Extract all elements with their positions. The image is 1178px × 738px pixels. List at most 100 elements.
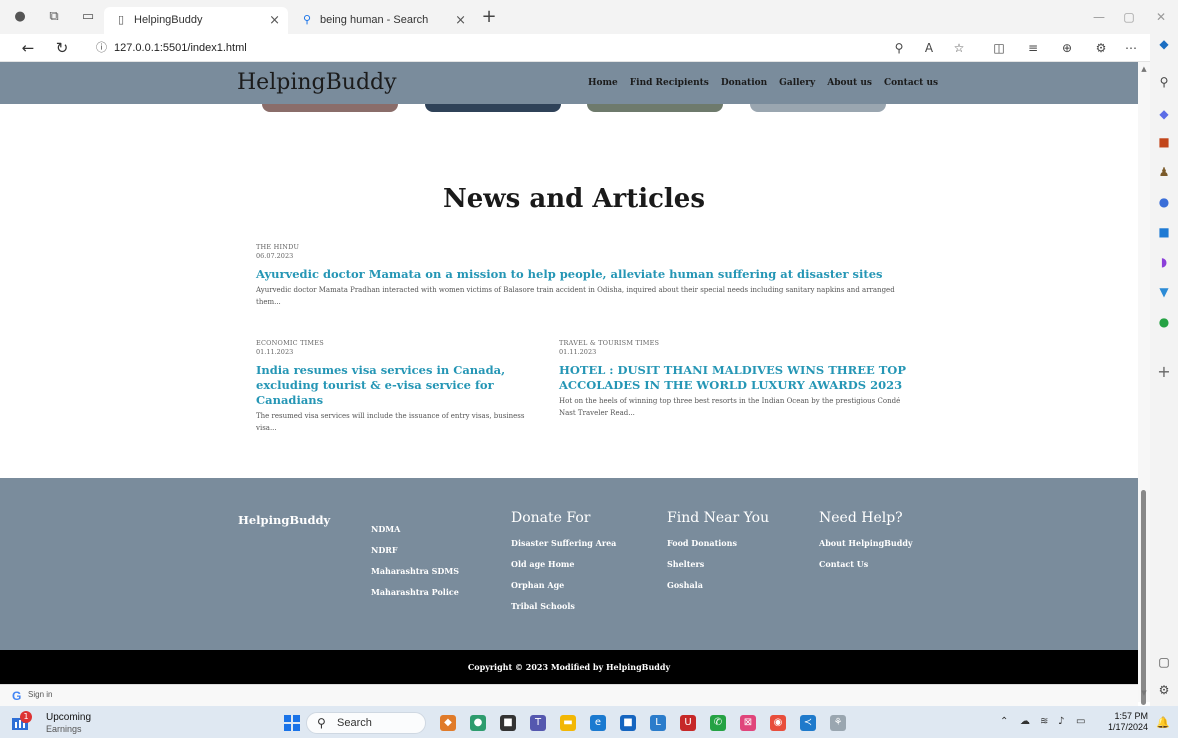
nav-gallery[interactable]: Gallery	[779, 78, 815, 88]
read-aloud-icon[interactable]: A	[920, 39, 938, 57]
close-window-button[interactable]: ✕	[1146, 7, 1176, 27]
nav-find-recipients[interactable]: Find Recipients	[630, 78, 709, 88]
favorite-star-icon[interactable]: ☆	[950, 39, 968, 57]
shopping-icon[interactable]: ◆	[1156, 106, 1172, 122]
widgets-app-icon[interactable]: ◆	[440, 715, 456, 731]
footer-link[interactable]: Contact Us	[819, 559, 913, 569]
url-text: 127.0.0.1:5501/index1.html	[114, 42, 247, 54]
footer-donate-column: Donate For Disaster Suffering Area Old a…	[511, 510, 616, 622]
footer-link[interactable]: Tribal Schools	[511, 601, 616, 611]
chrome-icon[interactable]: ◉	[770, 715, 786, 731]
taskbar: 1 Upcoming Earnings ⚲ Search ◆ ● ■ T ▬ e…	[0, 706, 1178, 738]
chevron-up-icon[interactable]: ⌃	[1000, 716, 1008, 727]
footer-link-ndma[interactable]: NDMA	[371, 524, 459, 534]
footer-link-maharashtra-sdms[interactable]: Maharashtra SDMS	[371, 566, 459, 576]
new-tab-button[interactable]: +	[478, 7, 500, 29]
zoom-icon[interactable]: ⚲	[890, 39, 908, 57]
clock[interactable]: 1:57 PM 1/17/2024	[1104, 711, 1148, 733]
footer-link[interactable]: Food Donations	[667, 538, 769, 548]
whatsapp-icon[interactable]: ✆	[710, 715, 726, 731]
games-icon[interactable]: ♟	[1156, 164, 1172, 180]
nav-contact-us[interactable]: Contact us	[884, 78, 938, 88]
tools-icon[interactable]: ■	[1156, 134, 1172, 150]
battery-icon[interactable]: ▭	[1076, 716, 1085, 727]
gallery-image[interactable]	[262, 104, 398, 112]
refresh-button[interactable]: ↻	[52, 38, 72, 58]
nav-home[interactable]: Home	[588, 78, 618, 88]
address-bar[interactable]: ⓘ 127.0.0.1:5501/index1.html	[96, 38, 946, 58]
nav-donation[interactable]: Donation	[721, 78, 767, 88]
vscode-icon[interactable]: ≺	[800, 715, 816, 731]
profile-icon[interactable]: ●	[12, 9, 28, 25]
desktop-app-icon[interactable]: ■	[500, 715, 516, 731]
linkedin-icon[interactable]: L	[650, 715, 666, 731]
footer-link[interactable]: Disaster Suffering Area	[511, 538, 616, 548]
designer-icon[interactable]: ◗	[1156, 254, 1172, 270]
gallery-image[interactable]	[425, 104, 561, 112]
favorites-icon[interactable]: ≡	[1024, 39, 1042, 57]
app-icon[interactable]: ⊠	[740, 715, 756, 731]
footer-link[interactable]: About HelpingBuddy	[819, 538, 913, 548]
scroll-up-icon[interactable]: ▲	[1139, 64, 1149, 74]
volume-icon[interactable]: ♪	[1058, 716, 1064, 727]
start-button[interactable]	[284, 715, 300, 731]
whatsapp-icon[interactable]: ●	[1156, 314, 1172, 330]
store-icon[interactable]: ■	[620, 715, 636, 731]
article-headline[interactable]: HOTEL : DUSIT THANI MALDIVES WINS THREE …	[559, 363, 909, 393]
tab-search[interactable]: ⚲ being human - Search ×	[290, 7, 474, 34]
article-card[interactable]: THE HINDU 06.07.2023 Ayurvedic doctor Ma…	[256, 243, 916, 308]
folder-icon[interactable]: ▬	[560, 715, 576, 731]
mcafee-icon[interactable]: U	[680, 715, 696, 731]
back-button[interactable]: ←	[18, 38, 38, 58]
teams-icon[interactable]: T	[530, 715, 546, 731]
close-icon[interactable]: ×	[269, 7, 280, 34]
copilot-icon[interactable]: ◆	[1156, 36, 1172, 52]
article-card[interactable]: TRAVEL & TOURISM TIMES 01.11.2023 HOTEL …	[559, 339, 909, 419]
signin-link[interactable]: Sign in	[28, 690, 52, 699]
site-logo[interactable]: HelpingBuddy	[237, 70, 397, 95]
search-icon[interactable]: ⚲	[1156, 74, 1172, 90]
nav-about-us[interactable]: About us	[827, 78, 872, 88]
sidebar-toggle-icon[interactable]: ▢	[1156, 654, 1172, 670]
workspaces-icon[interactable]: ⧉	[46, 9, 62, 25]
extensions-icon[interactable]: ⚙	[1092, 39, 1110, 57]
signin-bar: G Sign in	[0, 684, 1138, 706]
tab-helpingbuddy[interactable]: ▯ HelpingBuddy ×	[104, 7, 288, 34]
edge-icon[interactable]: e	[590, 715, 606, 731]
outlook-icon[interactable]: ■	[1156, 224, 1172, 240]
search-icon: ⚲	[302, 13, 312, 26]
footer-link-maharashtra-police[interactable]: Maharashtra Police	[371, 587, 459, 597]
footer-link[interactable]: Shelters	[667, 559, 769, 569]
collections-icon[interactable]: ⊕	[1058, 39, 1076, 57]
article-summary: The resumed visa services will include t…	[256, 412, 525, 432]
gallery-image[interactable]	[750, 104, 886, 112]
close-icon[interactable]: ×	[455, 7, 466, 34]
tab-actions-icon[interactable]: ▭	[80, 9, 96, 25]
page-scrollbar[interactable]: ▲ ▼	[1138, 62, 1150, 705]
add-icon[interactable]: +	[1156, 364, 1172, 380]
app-icon[interactable]: ⚘	[830, 715, 846, 731]
split-screen-icon[interactable]: ◫	[990, 39, 1008, 57]
minimize-button[interactable]: —	[1084, 7, 1114, 27]
bell-icon[interactable]: 🔔	[1156, 716, 1170, 729]
taskbar-search[interactable]: ⚲ Search	[306, 712, 426, 734]
settings-icon[interactable]: ⚙	[1156, 682, 1172, 698]
scroll-down-icon[interactable]: ▼	[1139, 688, 1149, 698]
cloud-icon[interactable]: ☁	[1020, 716, 1030, 727]
gallery-image[interactable]	[587, 104, 723, 112]
office-icon[interactable]: ●	[1156, 194, 1172, 210]
maximize-button[interactable]: ▢	[1114, 7, 1144, 27]
footer-link[interactable]: Old age Home	[511, 559, 616, 569]
more-menu-icon[interactable]: ⋯	[1122, 39, 1140, 57]
copilot-app-icon[interactable]: ●	[470, 715, 486, 731]
telegram-icon[interactable]: ▼	[1156, 284, 1172, 300]
article-headline[interactable]: Ayurvedic doctor Mamata on a mission to …	[256, 267, 916, 282]
article-card[interactable]: ECONOMIC TIMES 01.11.2023 India resumes …	[256, 339, 546, 434]
wifi-icon[interactable]: ≋	[1040, 716, 1048, 727]
search-icon: ⚲	[317, 716, 326, 730]
scrollbar-thumb[interactable]	[1141, 490, 1146, 705]
article-headline[interactable]: India resumes visa services in Canada, e…	[256, 363, 546, 408]
footer-link[interactable]: Orphan Age	[511, 580, 616, 590]
footer-link-ndrf[interactable]: NDRF	[371, 545, 459, 555]
footer-link[interactable]: Goshala	[667, 580, 769, 590]
